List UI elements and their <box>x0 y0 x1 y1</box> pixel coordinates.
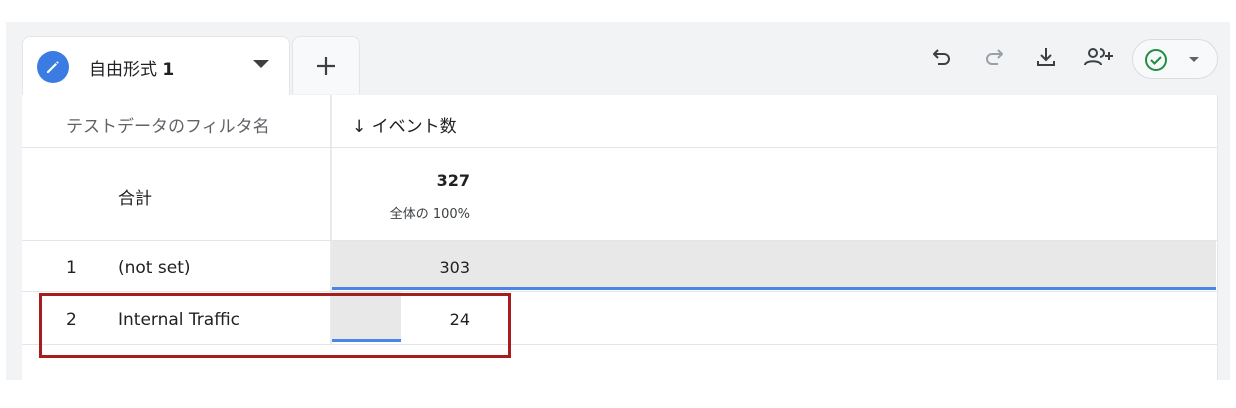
sort-desc-icon: ↓ <box>352 117 367 137</box>
row-1-index: 1 <box>66 258 77 278</box>
row-divider <box>22 291 1218 292</box>
add-tab-button[interactable] <box>292 36 360 94</box>
metric-column-header[interactable]: ↓ イベント数 <box>352 112 457 137</box>
total-label: 合計 <box>118 189 152 209</box>
total-percent: 全体の 100% <box>389 207 470 222</box>
undo-icon[interactable] <box>929 44 955 70</box>
share-users-icon[interactable] <box>1082 44 1116 70</box>
download-icon[interactable] <box>1033 44 1059 70</box>
chevron-down-icon <box>1189 57 1199 62</box>
tab-label-text: 自由形式 <box>89 60 157 80</box>
tab-label-number: 1 <box>162 60 175 80</box>
row-1-name[interactable]: (not set) <box>118 258 191 278</box>
redo-icon[interactable] <box>981 44 1007 70</box>
metric-header-label: イベント数 <box>371 117 457 137</box>
row-1-bar-line <box>332 287 1216 290</box>
check-circle-icon <box>1145 49 1167 71</box>
total-value: 327 <box>436 171 470 190</box>
dimension-column-header[interactable]: テストデータのフィルタ名 <box>66 112 270 137</box>
pencil-icon[interactable] <box>37 51 69 83</box>
row-1-value: 303 <box>439 258 470 277</box>
tab-free-form[interactable]: 自由形式 1 <box>22 36 290 96</box>
tab-label: 自由形式 1 <box>89 55 174 80</box>
header-divider <box>22 147 1218 148</box>
plus-icon <box>317 56 335 75</box>
tab-menu-caret-icon[interactable] <box>253 60 269 68</box>
status-dropdown[interactable] <box>1132 39 1218 79</box>
highlight-box <box>39 293 511 358</box>
